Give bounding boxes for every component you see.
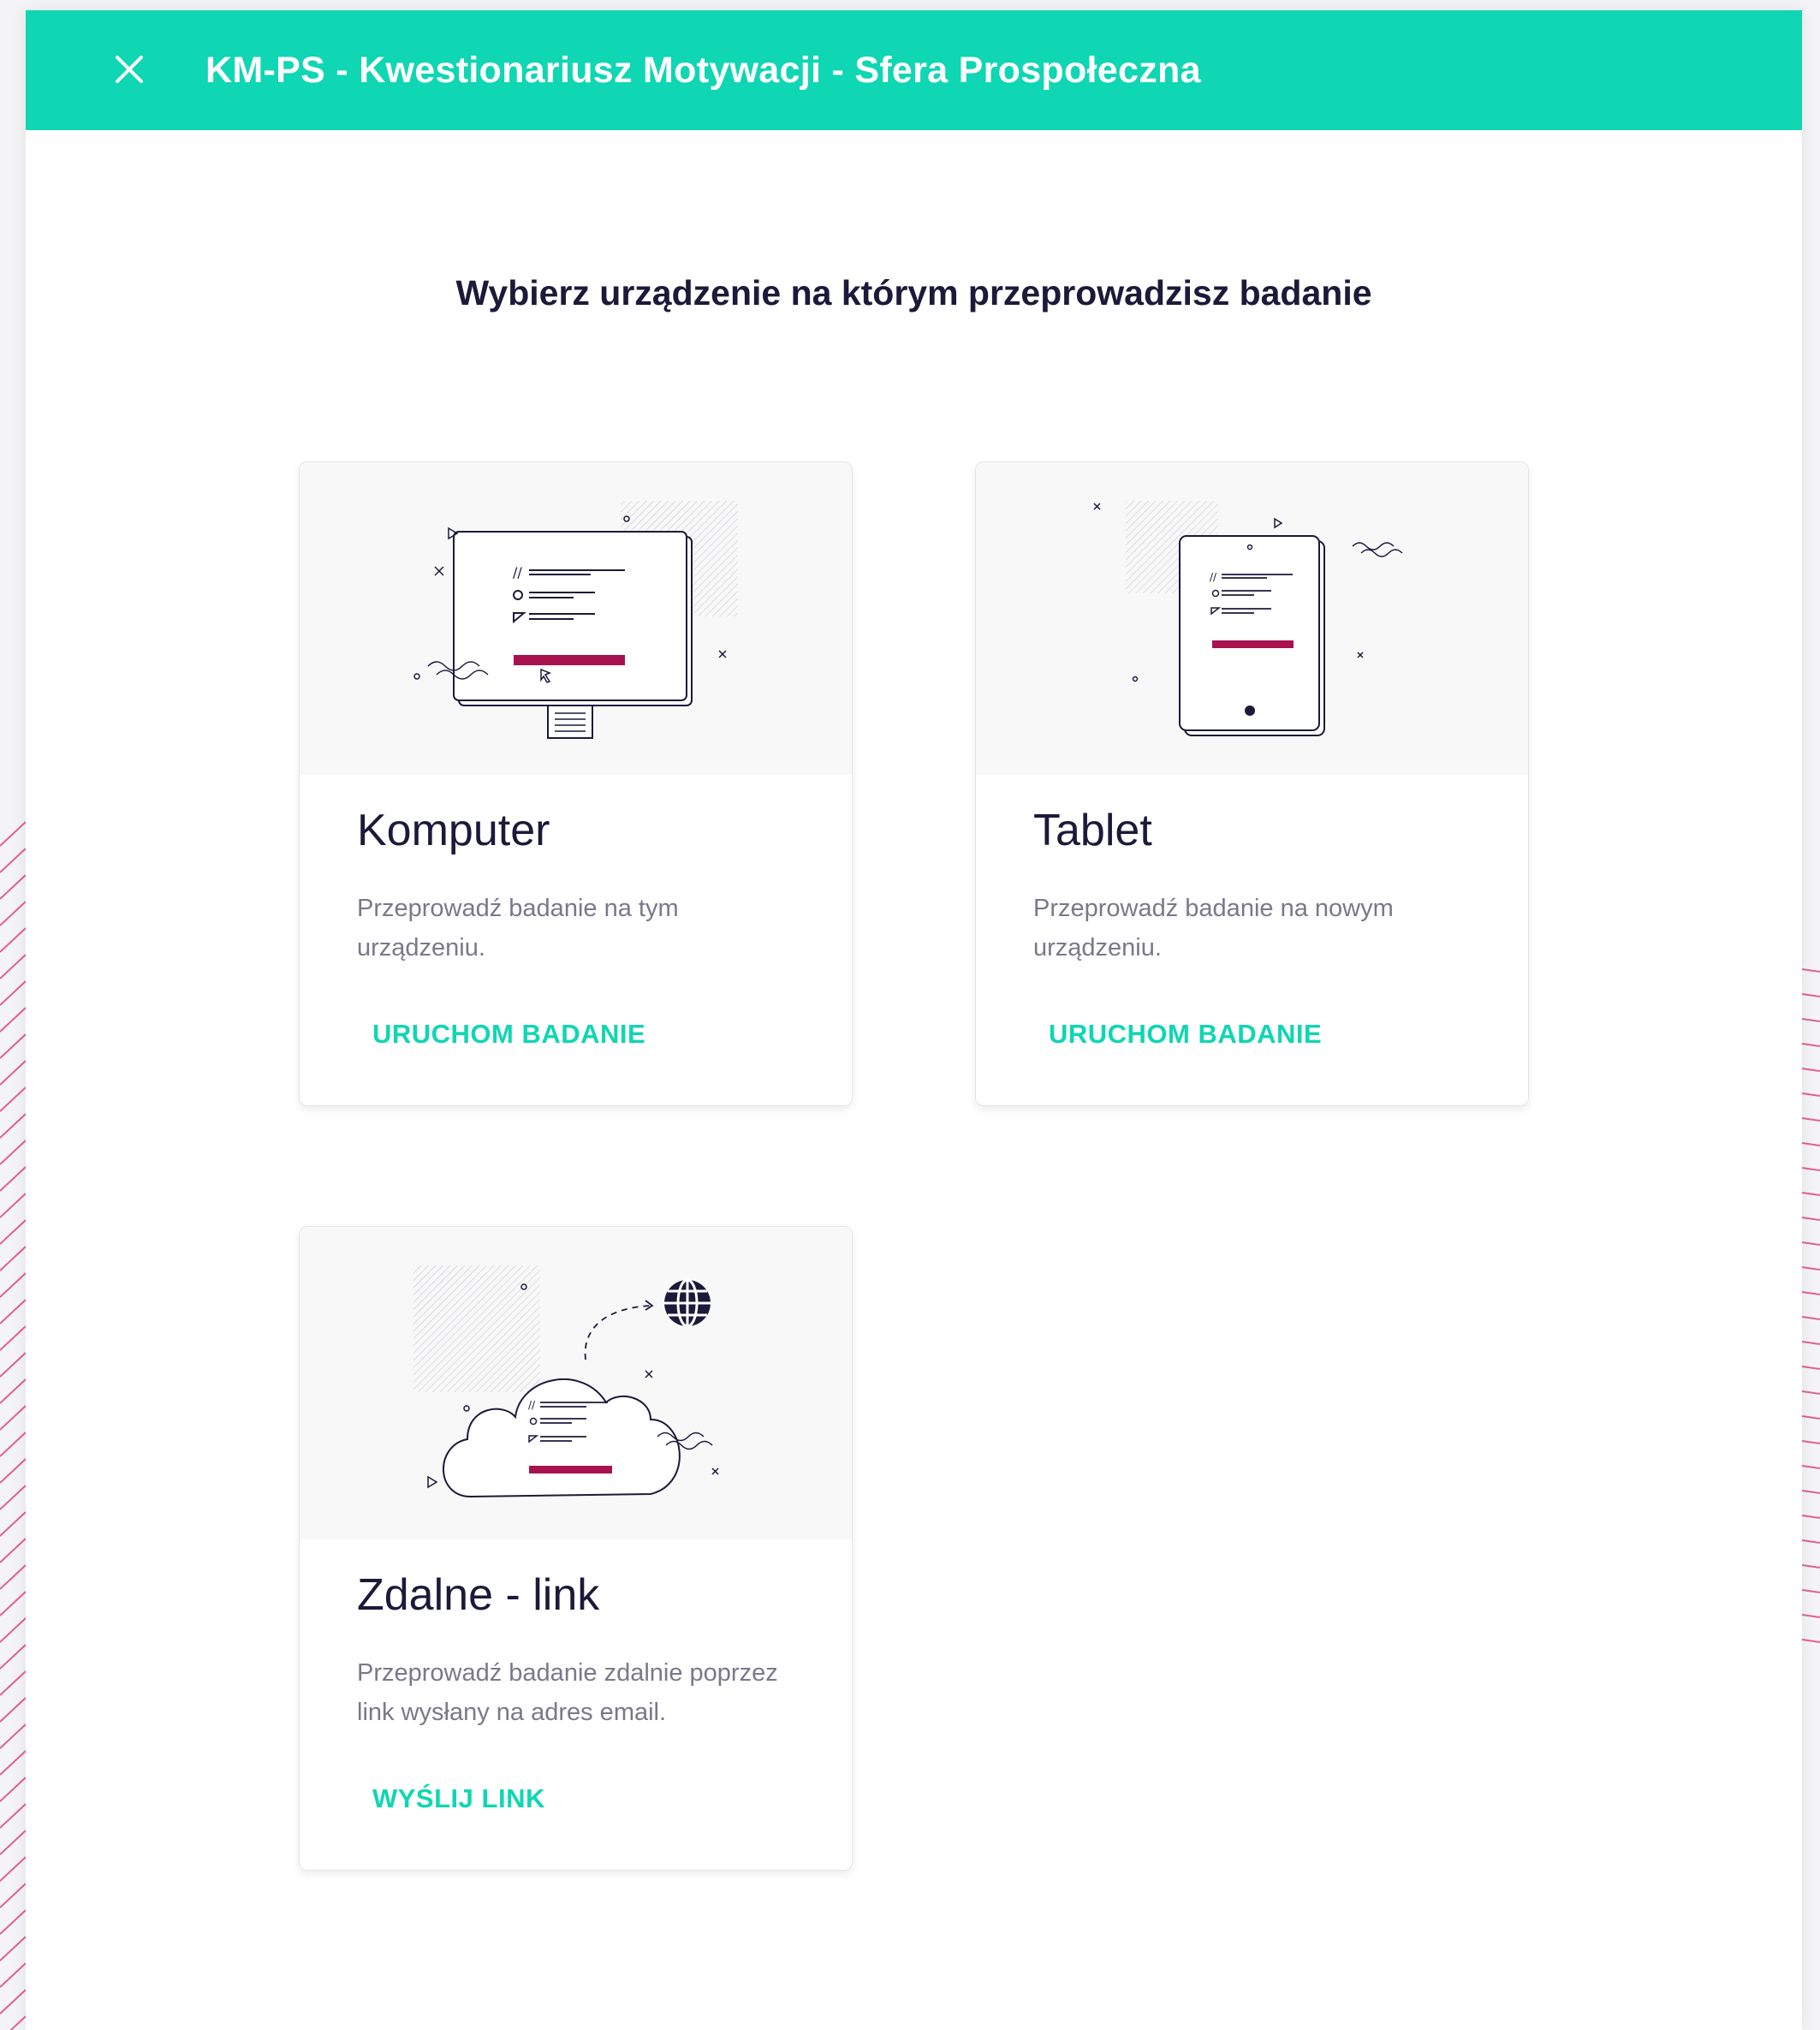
test-modal: KM-PS - Kwestionariusz Motywacji - Sfera… bbox=[26, 10, 1802, 2030]
close-button[interactable] bbox=[104, 44, 155, 95]
globe-icon bbox=[664, 1278, 711, 1328]
card-computer[interactable]: // Komputer Przeprowadź badanie na tym u… bbox=[299, 461, 853, 1106]
card-title: Zdalne - link bbox=[357, 1570, 600, 1620]
cloud-illustration: // bbox=[300, 1227, 852, 1539]
card-tablet[interactable]: // Tablet Przeprowadź badanie na nowym u… bbox=[975, 461, 1529, 1106]
send-link-button[interactable]: WYŚLIJ LINK bbox=[372, 1783, 545, 1814]
card-description: Przeprowadź badanie na tym urządzeniu. bbox=[357, 895, 679, 961]
card-description: Przeprowadź badanie na nowym urządzeniu. bbox=[1033, 895, 1394, 961]
modal-title: KM-PS - Kwestionariusz Motywacji - Sfera… bbox=[205, 50, 1201, 91]
svg-text://: // bbox=[528, 1399, 536, 1411]
svg-text://: // bbox=[1210, 571, 1217, 583]
start-test-button[interactable]: URUCHOM BADANIE bbox=[1049, 1019, 1322, 1050]
card-description: Przeprowadź badanie zdalnie poprzez link… bbox=[357, 1659, 778, 1726]
start-test-button[interactable]: URUCHOM BADANIE bbox=[372, 1019, 645, 1050]
card-remote-link[interactable]: // Zdalne - link Przeprowadź badanie zda… bbox=[299, 1226, 853, 1871]
computer-illustration: // bbox=[300, 462, 852, 775]
svg-text://: // bbox=[513, 564, 522, 580]
modal-header: KM-PS - Kwestionariusz Motywacji - Sfera… bbox=[26, 10, 1802, 130]
page-heading: Wybierz urządzenie na którym przeprowadz… bbox=[455, 273, 1372, 313]
card-title: Komputer bbox=[357, 806, 550, 855]
close-icon bbox=[116, 56, 143, 83]
card-title: Tablet bbox=[1033, 806, 1152, 855]
tablet-illustration: // bbox=[976, 462, 1528, 775]
